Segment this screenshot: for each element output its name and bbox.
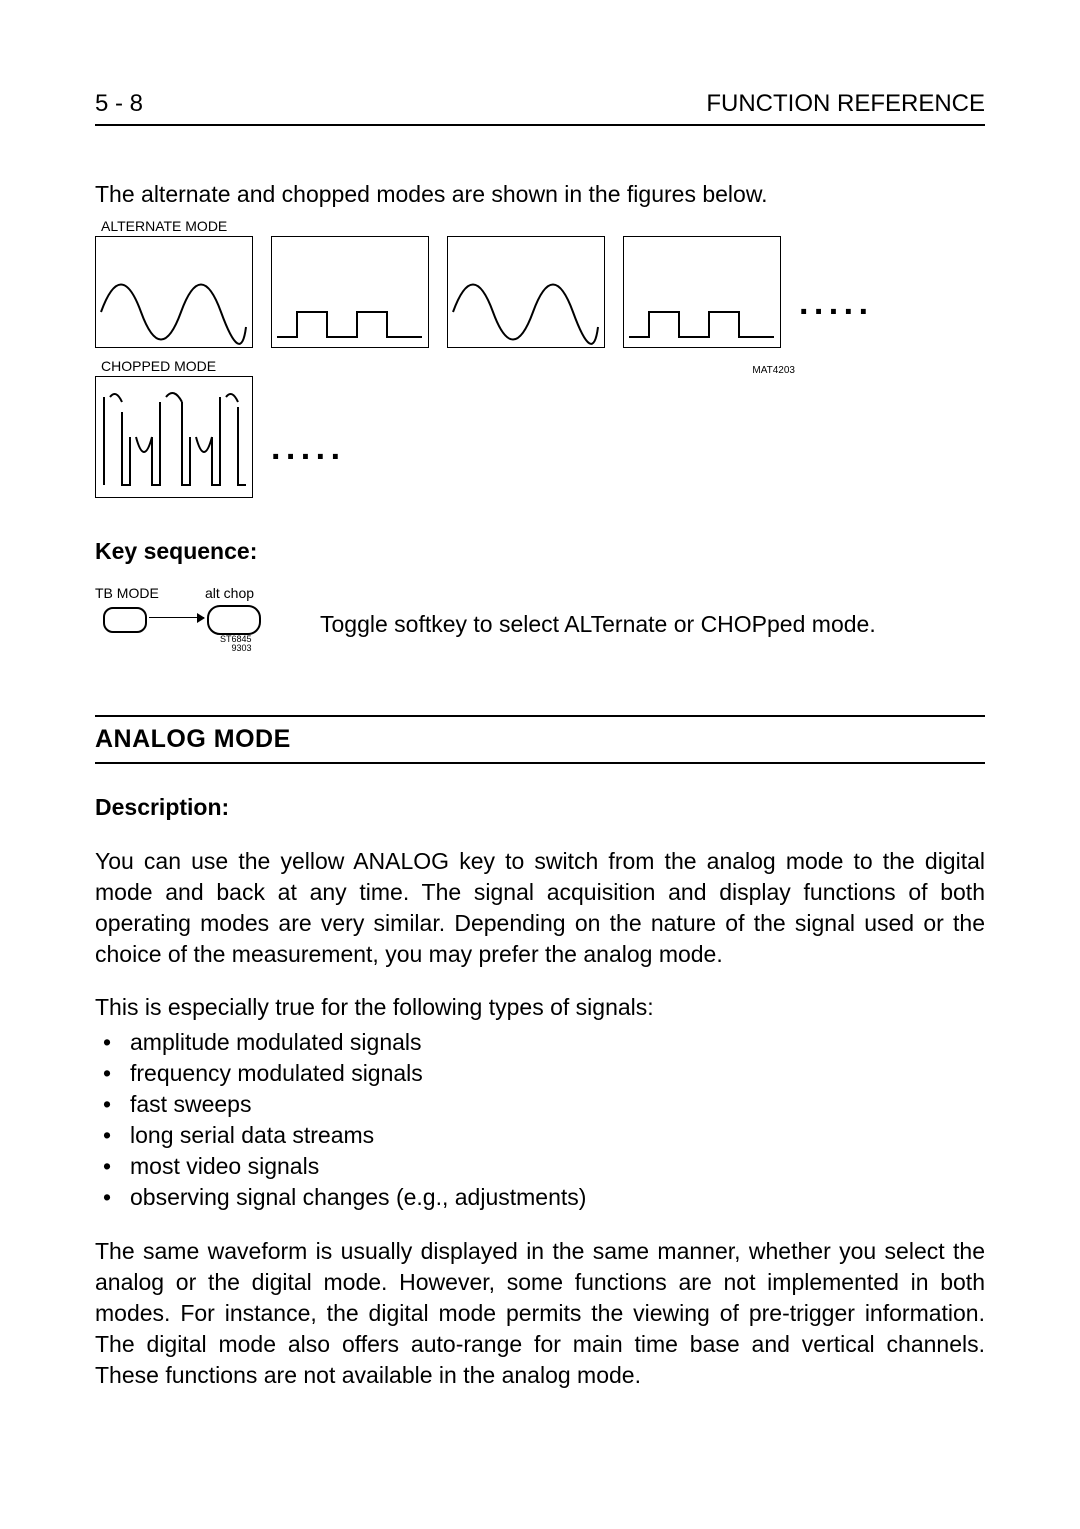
paragraph-3: The same waveform is usually displayed i… (95, 1236, 985, 1391)
description-title: Description: (95, 794, 985, 821)
section-title: ANALOG MODE (95, 717, 985, 762)
tbmode-button (103, 607, 147, 633)
square-box-2 (623, 236, 781, 348)
page-number: 5 - 8 (95, 90, 143, 118)
list-item: observing signal changes (e.g., adjustme… (95, 1182, 985, 1213)
list-item: most video signals (95, 1151, 985, 1182)
alternate-chopped-diagram: ALTERNATE MODE . . . . . CHOPPED MODE MA… (95, 218, 985, 498)
diagram-code-2: 9303 (220, 644, 252, 653)
page-header: 5 - 8 FUNCTION REFERENCE (95, 90, 985, 126)
header-title: FUNCTION REFERENCE (706, 90, 985, 118)
chopped-mode-label: CHOPPED MODE (101, 358, 216, 374)
sine-box-1 (95, 236, 253, 348)
alternate-row: . . . . . (95, 236, 985, 348)
intro-text: The alternate and chopped modes are show… (95, 181, 985, 208)
paragraph-1: You can use the yellow ANALOG key to swi… (95, 846, 985, 970)
key-sequence-title: Key sequence: (95, 538, 985, 565)
ellipsis-dots-2: . . . . . (271, 431, 338, 465)
ellipsis-dots-1: . . . . . (799, 286, 866, 320)
chopped-row: . . . . . (95, 376, 985, 498)
list-item: amplitude modulated signals (95, 1027, 985, 1058)
alternate-mode-label: ALTERNATE MODE (101, 218, 985, 234)
paragraph-2: This is especially true for the followin… (95, 992, 985, 1023)
tbmode-label: TB MODE (95, 585, 159, 601)
altchop-label: alt chop (205, 585, 254, 601)
signal-list: amplitude modulated signals frequency mo… (95, 1027, 985, 1213)
softkey-diagram: TB MODE alt chop ST6845 9303 (95, 585, 295, 655)
softkey-description: Toggle softkey to select ALTernate or CH… (320, 611, 876, 638)
square-box-1 (271, 236, 429, 348)
key-sequence-row: TB MODE alt chop ST6845 9303 Toggle soft… (95, 585, 985, 655)
arrow-icon (149, 617, 204, 618)
rule-bottom (95, 762, 985, 764)
list-item: fast sweeps (95, 1089, 985, 1120)
list-item: frequency modulated signals (95, 1058, 985, 1089)
page: 5 - 8 FUNCTION REFERENCE The alternate a… (0, 0, 1080, 1529)
chopped-box (95, 376, 253, 498)
figure-code: MAT4203 (715, 365, 795, 376)
sine-box-2 (447, 236, 605, 348)
section-divider: ANALOG MODE (95, 715, 985, 764)
altchop-button (207, 605, 261, 635)
list-item: long serial data streams (95, 1120, 985, 1151)
